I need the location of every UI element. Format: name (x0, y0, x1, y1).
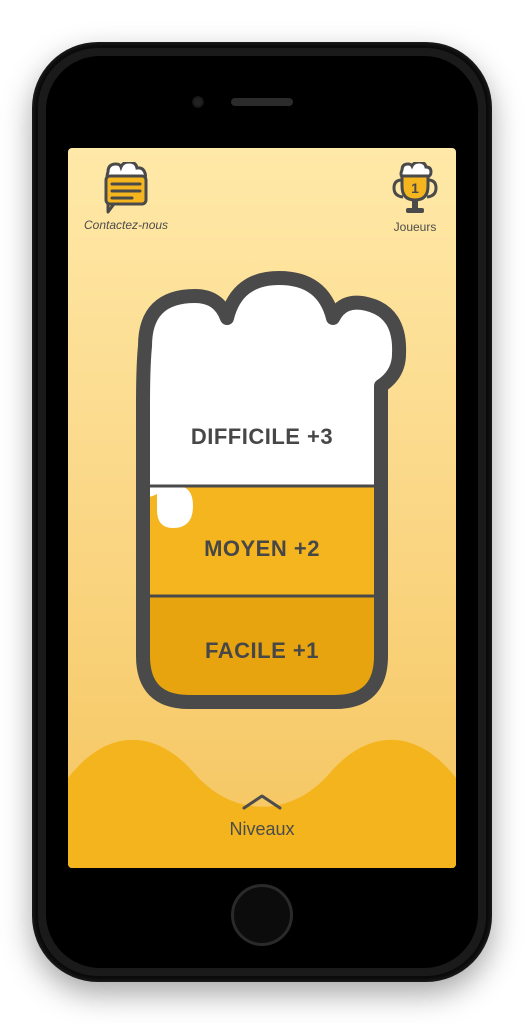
phone-bezel: Contactez-nous (46, 56, 478, 968)
chat-beer-icon (98, 162, 154, 214)
trophy-beer-icon: 1 (390, 162, 440, 216)
phone-speaker (231, 98, 293, 106)
level-medium[interactable]: MOYEN +2 (109, 536, 415, 562)
phone-inner: Contactez-nous (38, 48, 486, 976)
levels-drawer-label[interactable]: Niveaux (229, 819, 294, 840)
phone-camera (192, 96, 204, 108)
phone-frame: Contactez-nous (32, 42, 492, 982)
chevron-up-icon[interactable] (240, 792, 284, 812)
beer-mug: DIFFICILE +3 MOYEN +2 FACILE +1 (109, 256, 415, 716)
stage: Contactez-nous (0, 0, 524, 1024)
players-label: Joueurs (394, 220, 437, 234)
contact-button[interactable]: Contactez-nous (84, 162, 168, 232)
app-screen: Contactez-nous (68, 148, 456, 868)
header: Contactez-nous (68, 162, 456, 252)
players-button[interactable]: 1 Joueurs (390, 162, 440, 234)
contact-label: Contactez-nous (84, 218, 168, 232)
level-hard[interactable]: DIFFICILE +3 (109, 424, 415, 450)
home-button[interactable] (231, 884, 293, 946)
level-easy[interactable]: FACILE +1 (109, 638, 415, 664)
svg-text:1: 1 (411, 180, 419, 196)
